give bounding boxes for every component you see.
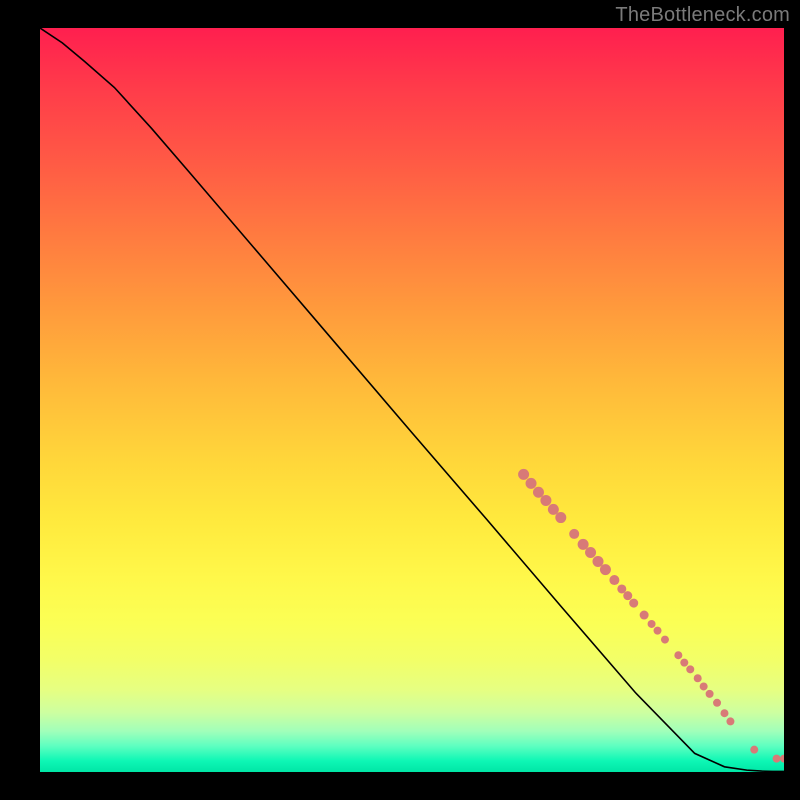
gradient-background	[40, 28, 784, 772]
attribution-label: TheBottleneck.com	[615, 4, 790, 27]
chart-frame: TheBottleneck.com	[0, 0, 800, 800]
